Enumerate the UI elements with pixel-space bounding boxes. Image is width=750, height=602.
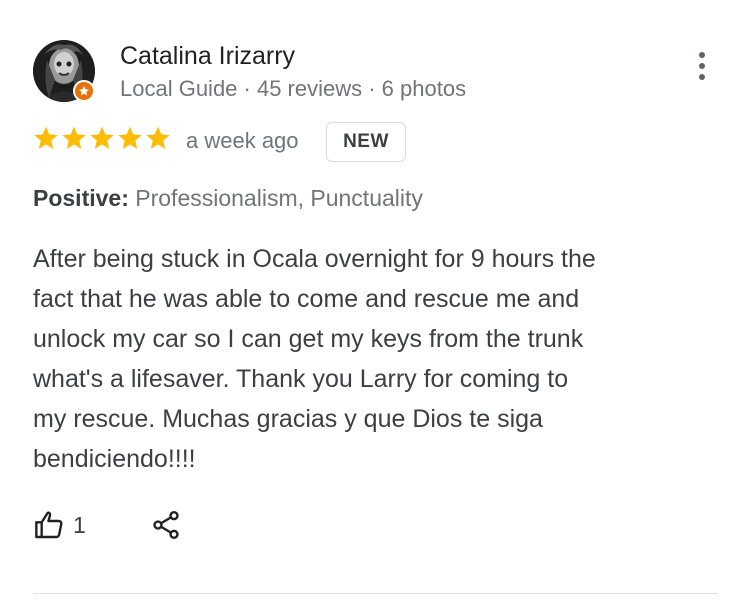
positive-attributes: Positive: Professionalism, Punctuality (33, 184, 423, 212)
share-button[interactable] (150, 509, 182, 546)
star-icon (146, 126, 170, 149)
star-rating (33, 125, 171, 151)
positive-label: Positive: (33, 185, 129, 211)
thumb-up-icon (35, 511, 63, 539)
like-count: 1 (73, 512, 86, 538)
star-icon (62, 126, 86, 149)
star-icon (90, 126, 114, 149)
reviewer-meta: Local Guide · 45 reviews · 6 photos (120, 76, 467, 101)
positive-value: Professionalism, Punctuality (135, 185, 423, 211)
review-time: a week ago (186, 128, 299, 153)
share-icon (153, 511, 179, 539)
divider (33, 593, 718, 594)
avatar[interactable] (33, 40, 95, 102)
star-icon (34, 126, 58, 149)
reviewer-name[interactable]: Catalina Irizarry (120, 41, 295, 71)
like-button[interactable]: 1 (33, 509, 86, 541)
review-text: After being stuck in Ocala overnight for… (33, 245, 596, 473)
new-badge: NEW (326, 122, 406, 162)
local-guide-star-icon (73, 80, 95, 102)
more-vert-icon[interactable] (692, 46, 712, 86)
star-icon (118, 126, 142, 149)
